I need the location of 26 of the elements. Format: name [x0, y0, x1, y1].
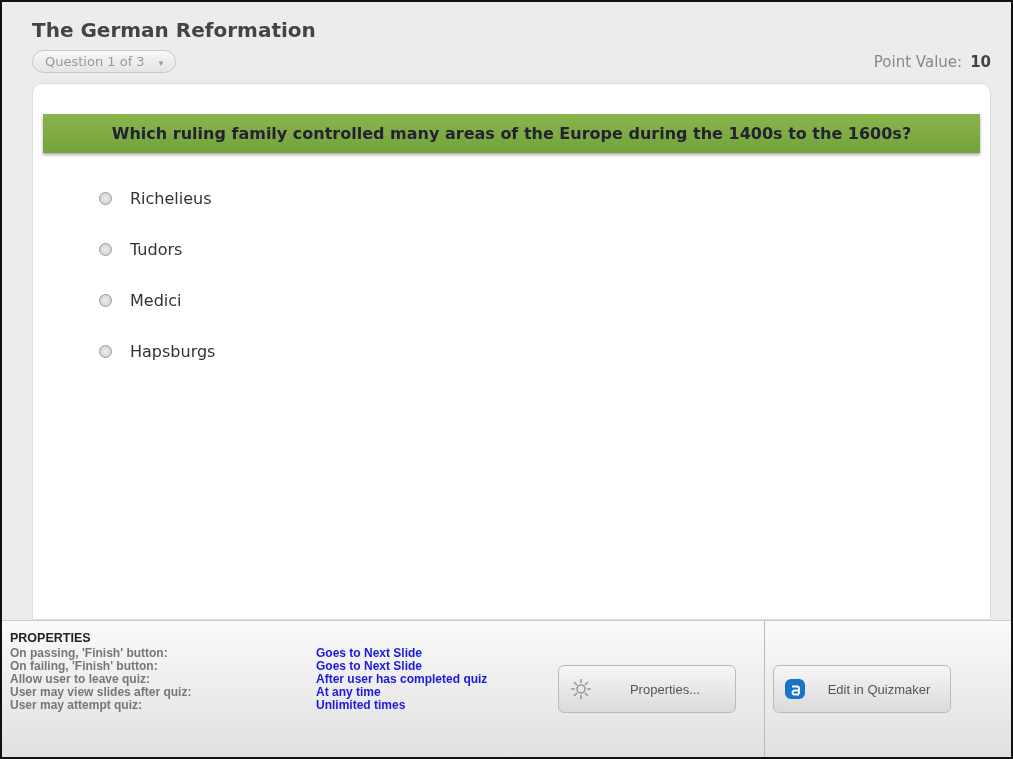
edit-in-quizmaker-button[interactable]: Edit in Quizmaker	[773, 665, 951, 713]
app-logo-icon	[784, 678, 806, 700]
point-value-label: Point Value:	[873, 52, 963, 71]
answer-option[interactable]: Richelieus	[130, 189, 212, 208]
property-value: Unlimited times	[316, 699, 406, 712]
answer-option[interactable]: Medici	[130, 291, 182, 310]
radio-button[interactable]	[99, 345, 112, 358]
properties-button[interactable]: Properties...	[558, 665, 736, 713]
quiz-title: The German Reformation	[32, 18, 317, 42]
property-value: Goes to Next Slide	[316, 647, 423, 660]
property-label: On failing, 'Finish' button:	[10, 660, 159, 673]
point-value: 10	[970, 52, 991, 71]
property-value: After user has completed quiz	[316, 673, 488, 686]
question-banner: Which ruling family controlled many areas of the Europe during the 1400s to the 1600s?	[43, 114, 980, 153]
property-value: At any time	[316, 686, 381, 699]
answer-option[interactable]: Tudors	[130, 240, 183, 259]
property-label: User may attempt quiz:	[10, 699, 144, 712]
property-label: Allow user to leave quiz:	[10, 673, 152, 686]
property-label: On passing, 'Finish' button:	[10, 647, 169, 660]
property-label: User may view slides after quiz:	[10, 686, 193, 699]
properties-heading: PROPERTIES	[10, 631, 92, 645]
answer-option[interactable]: Hapsburgs	[130, 342, 216, 361]
property-value: Goes to Next Slide	[316, 660, 423, 673]
radio-button[interactable]	[99, 243, 112, 256]
radio-button[interactable]	[99, 294, 112, 307]
radio-button[interactable]	[99, 192, 112, 205]
